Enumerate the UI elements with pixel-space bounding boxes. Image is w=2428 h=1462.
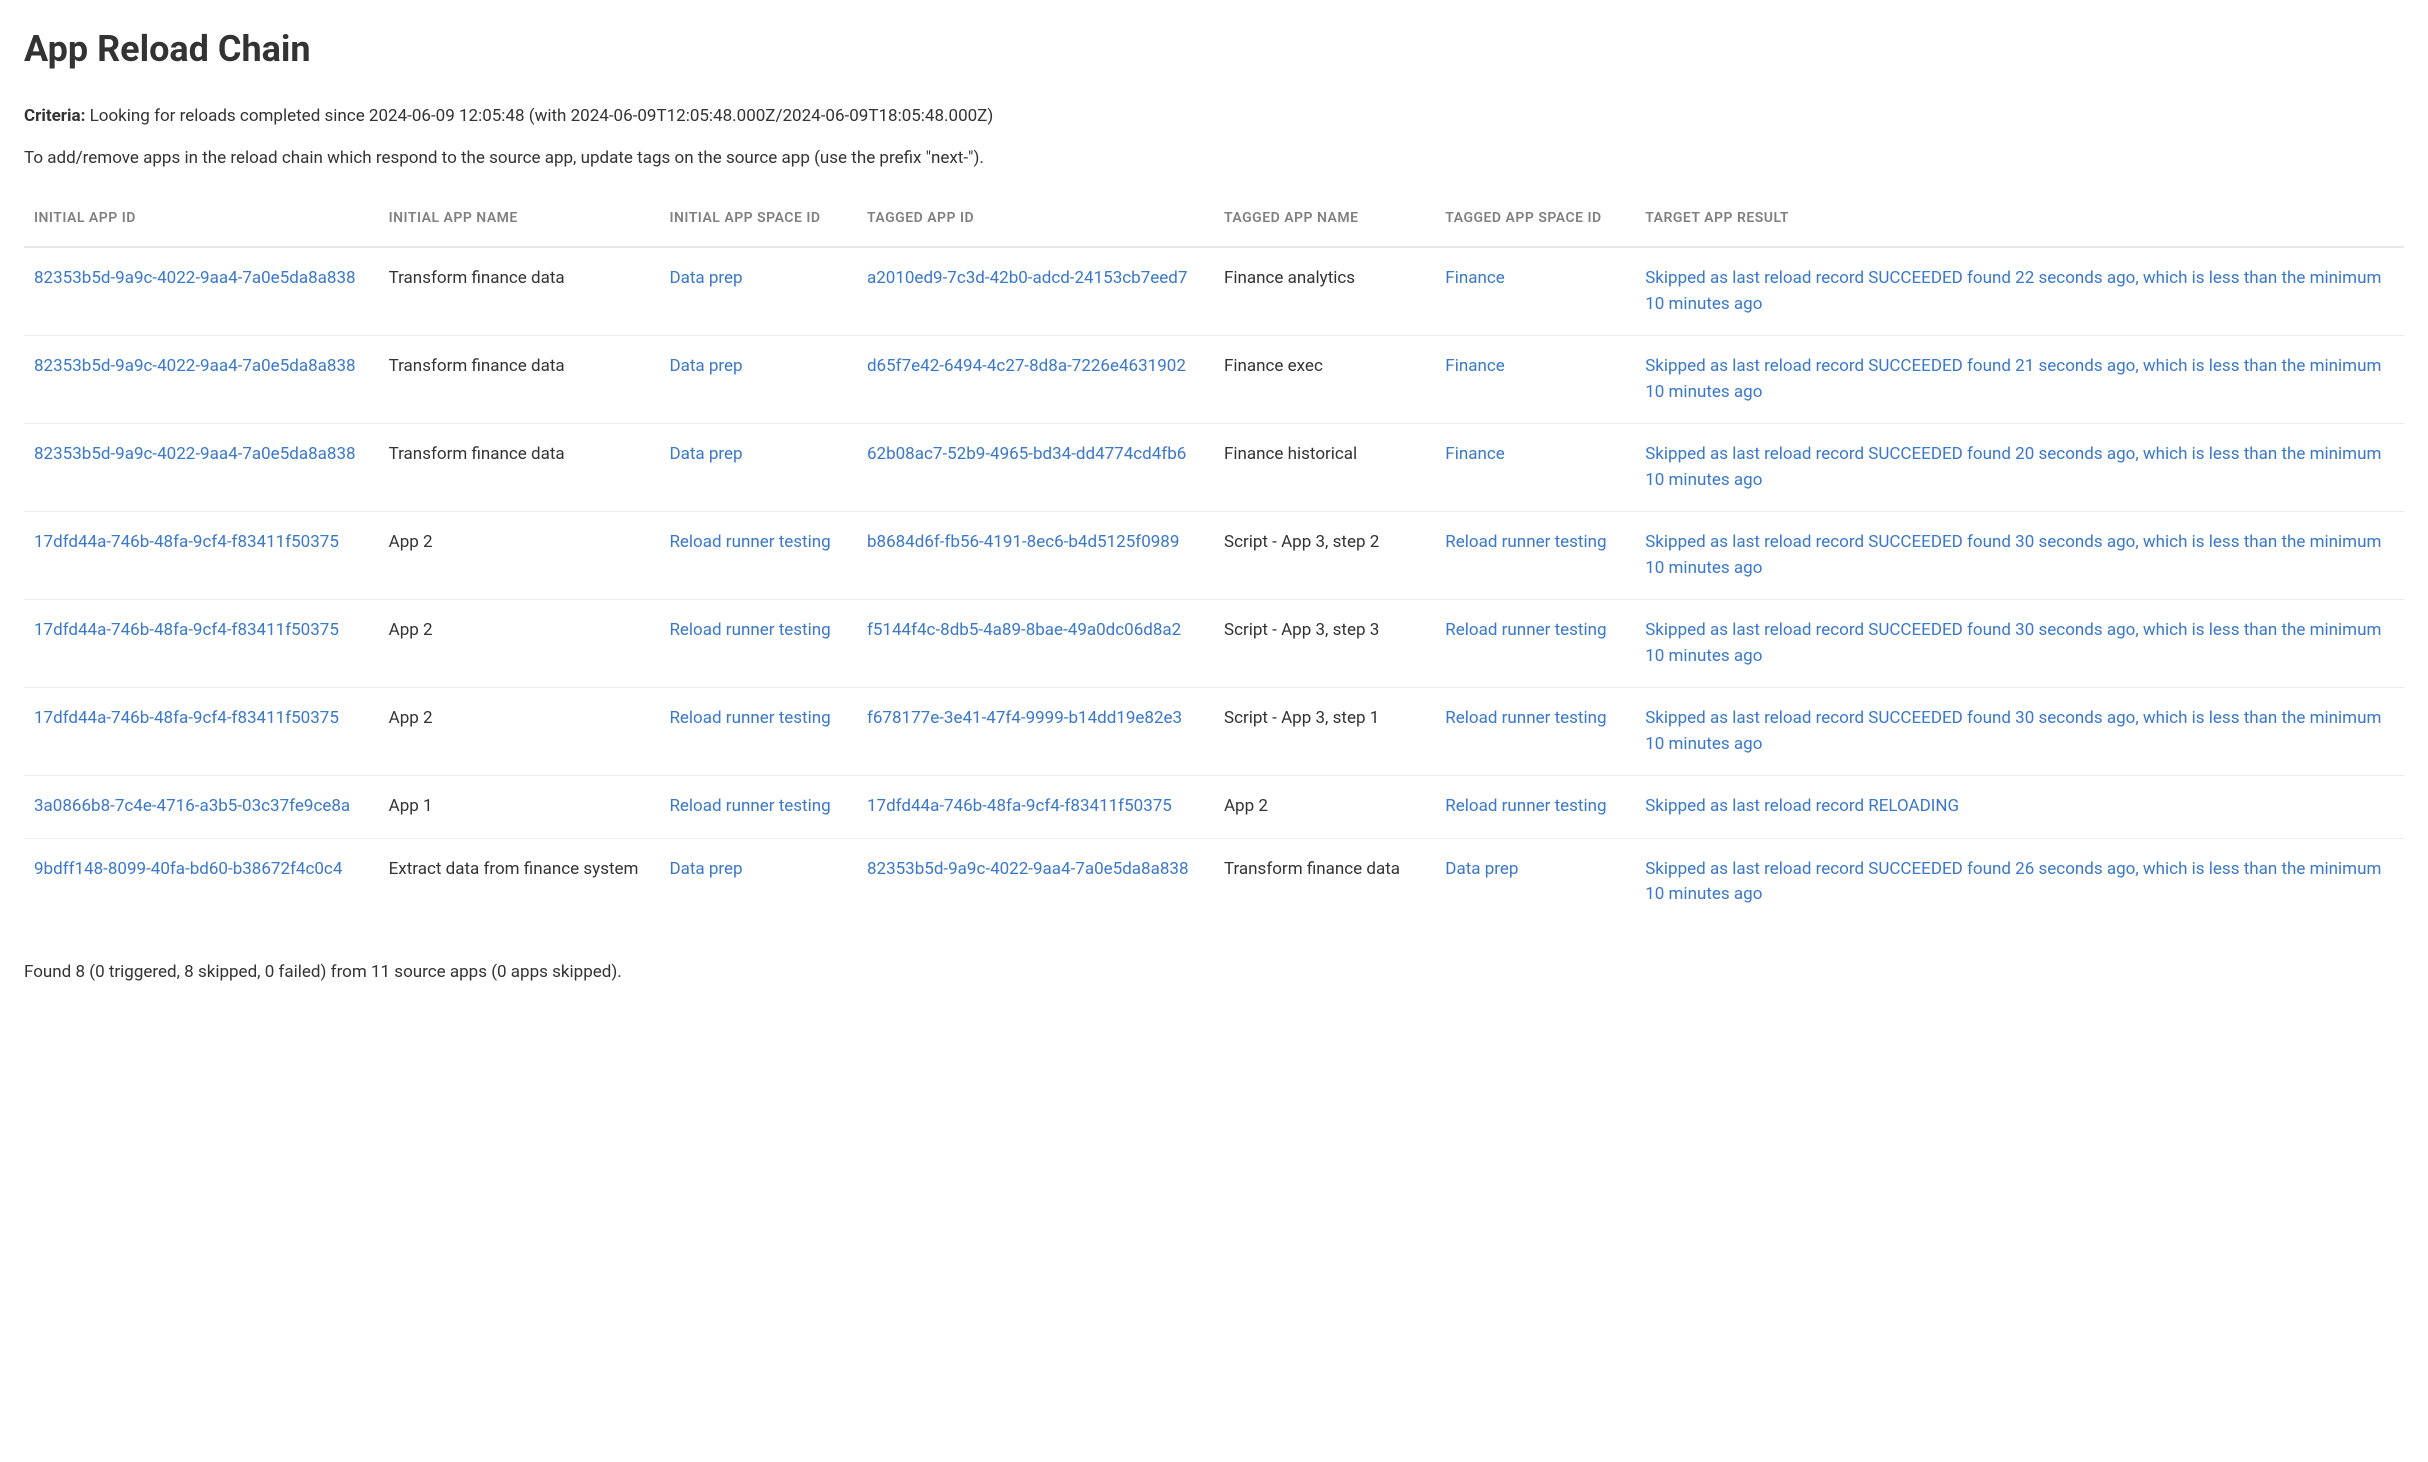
initial-app-space-link[interactable]: Data prep — [669, 356, 742, 376]
tagged-app-id-link[interactable]: 17dfd44a-746b-48fa-9cf4-f83411f50375 — [867, 796, 1172, 816]
col-header-initial-app-id: INITIAL APP ID — [24, 194, 379, 247]
tagged-app-space-link[interactable]: Reload runner testing — [1445, 532, 1606, 552]
initial-app-space-link[interactable]: Data prep — [669, 444, 742, 464]
footer-summary: Found 8 (0 triggered, 8 skipped, 0 faile… — [24, 962, 2404, 982]
col-header-tagged-app-id: TAGGED APP ID — [857, 194, 1214, 247]
tagged-app-space-link[interactable]: Reload runner testing — [1445, 708, 1606, 728]
tagged-app-space-link[interactable]: Finance — [1445, 356, 1504, 376]
initial-app-space-link[interactable]: Data prep — [669, 268, 742, 288]
tagged-app-name: Finance historical — [1214, 424, 1435, 512]
initial-app-id-link[interactable]: 3a0866b8-7c4e-4716-a3b5-03c37fe9ce8a — [34, 796, 350, 816]
initial-app-space-link[interactable]: Reload runner testing — [669, 708, 830, 728]
table-row: 3a0866b8-7c4e-4716-a3b5-03c37fe9ce8a App … — [24, 776, 2404, 839]
col-header-tagged-app-space-id: TAGGED APP SPACE ID — [1435, 194, 1635, 247]
target-app-result-link[interactable]: Skipped as last reload record SUCCEEDED … — [1645, 268, 2381, 314]
initial-app-name: Transform finance data — [379, 247, 660, 336]
initial-app-id-link[interactable]: 17dfd44a-746b-48fa-9cf4-f83411f50375 — [34, 620, 339, 640]
table-row: 82353b5d-9a9c-4022-9aa4-7a0e5da8a838 Tran… — [24, 247, 2404, 336]
col-header-target-app-result: TARGET APP RESULT — [1635, 194, 2404, 247]
target-app-result-link[interactable]: Skipped as last reload record RELOADING — [1645, 796, 1959, 816]
initial-app-space-link[interactable]: Data prep — [669, 859, 742, 879]
tagged-app-id-link[interactable]: d65f7e42-6494-4c27-8d8a-7226e4631902 — [867, 356, 1186, 376]
table-row: 17dfd44a-746b-48fa-9cf4-f83411f50375 App … — [24, 688, 2404, 776]
criteria-text: Looking for reloads completed since 2024… — [85, 106, 993, 126]
tagged-app-name: Script - App 3, step 1 — [1214, 688, 1435, 776]
col-header-tagged-app-name: TAGGED APP NAME — [1214, 194, 1435, 247]
target-app-result-link[interactable]: Skipped as last reload record SUCCEEDED … — [1645, 620, 2381, 666]
initial-app-id-link[interactable]: 17dfd44a-746b-48fa-9cf4-f83411f50375 — [34, 532, 339, 552]
initial-app-space-link[interactable]: Reload runner testing — [669, 796, 830, 816]
table-row: 82353b5d-9a9c-4022-9aa4-7a0e5da8a838 Tran… — [24, 424, 2404, 512]
reload-chain-table: INITIAL APP ID INITIAL APP NAME INITIAL … — [24, 194, 2404, 926]
initial-app-id-link[interactable]: 82353b5d-9a9c-4022-9aa4-7a0e5da8a838 — [34, 268, 356, 288]
target-app-result-link[interactable]: Skipped as last reload record SUCCEEDED … — [1645, 444, 2381, 490]
tagged-app-name: Script - App 3, step 3 — [1214, 600, 1435, 688]
tagged-app-id-link[interactable]: f678177e-3e41-47f4-9999-b14dd19e82e3 — [867, 708, 1182, 728]
tagged-app-space-link[interactable]: Finance — [1445, 268, 1504, 288]
initial-app-id-link[interactable]: 82353b5d-9a9c-4022-9aa4-7a0e5da8a838 — [34, 444, 356, 464]
table-row: 9bdff148-8099-40fa-bd60-b38672f4c0c4 Extr… — [24, 838, 2404, 926]
initial-app-name: Transform finance data — [379, 336, 660, 424]
initial-app-space-link[interactable]: Reload runner testing — [669, 620, 830, 640]
initial-app-name: Transform finance data — [379, 424, 660, 512]
initial-app-name: App 2 — [379, 688, 660, 776]
page-title: App Reload Chain — [24, 28, 2404, 70]
tagged-app-space-link[interactable]: Finance — [1445, 444, 1504, 464]
tagged-app-id-link[interactable]: 62b08ac7-52b9-4965-bd34-dd4774cd4fb6 — [867, 444, 1186, 464]
initial-app-name: App 2 — [379, 512, 660, 600]
tagged-app-id-link[interactable]: a2010ed9-7c3d-42b0-adcd-24153cb7eed7 — [867, 268, 1187, 288]
tagged-app-space-link[interactable]: Reload runner testing — [1445, 620, 1606, 640]
table-row: 17dfd44a-746b-48fa-9cf4-f83411f50375 App … — [24, 600, 2404, 688]
initial-app-name: App 2 — [379, 600, 660, 688]
initial-app-id-link[interactable]: 82353b5d-9a9c-4022-9aa4-7a0e5da8a838 — [34, 356, 356, 376]
tagged-app-name: Script - App 3, step 2 — [1214, 512, 1435, 600]
tagged-app-id-link[interactable]: 82353b5d-9a9c-4022-9aa4-7a0e5da8a838 — [867, 859, 1189, 879]
table-row: 17dfd44a-746b-48fa-9cf4-f83411f50375 App … — [24, 512, 2404, 600]
initial-app-name: App 1 — [379, 776, 660, 839]
target-app-result-link[interactable]: Skipped as last reload record SUCCEEDED … — [1645, 532, 2381, 578]
initial-app-name: Extract data from finance system — [379, 838, 660, 926]
tagged-app-id-link[interactable]: b8684d6f-fb56-4191-8ec6-b4d5125f0989 — [867, 532, 1179, 552]
description-line: To add/remove apps in the reload chain w… — [24, 148, 2404, 168]
tagged-app-name: Finance analytics — [1214, 247, 1435, 336]
tagged-app-name: Transform finance data — [1214, 838, 1435, 926]
table-row: 82353b5d-9a9c-4022-9aa4-7a0e5da8a838 Tran… — [24, 336, 2404, 424]
target-app-result-link[interactable]: Skipped as last reload record SUCCEEDED … — [1645, 356, 2381, 402]
criteria-label: Criteria: — [24, 106, 85, 126]
tagged-app-space-link[interactable]: Reload runner testing — [1445, 796, 1606, 816]
col-header-initial-app-name: INITIAL APP NAME — [379, 194, 660, 247]
tagged-app-space-link[interactable]: Data prep — [1445, 859, 1518, 879]
initial-app-id-link[interactable]: 9bdff148-8099-40fa-bd60-b38672f4c0c4 — [34, 859, 342, 879]
col-header-initial-app-space-id: INITIAL APP SPACE ID — [659, 194, 857, 247]
initial-app-space-link[interactable]: Reload runner testing — [669, 532, 830, 552]
tagged-app-name: Finance exec — [1214, 336, 1435, 424]
target-app-result-link[interactable]: Skipped as last reload record SUCCEEDED … — [1645, 708, 2381, 754]
target-app-result-link[interactable]: Skipped as last reload record SUCCEEDED … — [1645, 859, 2381, 905]
criteria-line: Criteria: Looking for reloads completed … — [24, 106, 2404, 126]
tagged-app-id-link[interactable]: f5144f4c-8db5-4a89-8bae-49a0dc06d8a2 — [867, 620, 1181, 640]
tagged-app-name: App 2 — [1214, 776, 1435, 839]
initial-app-id-link[interactable]: 17dfd44a-746b-48fa-9cf4-f83411f50375 — [34, 708, 339, 728]
